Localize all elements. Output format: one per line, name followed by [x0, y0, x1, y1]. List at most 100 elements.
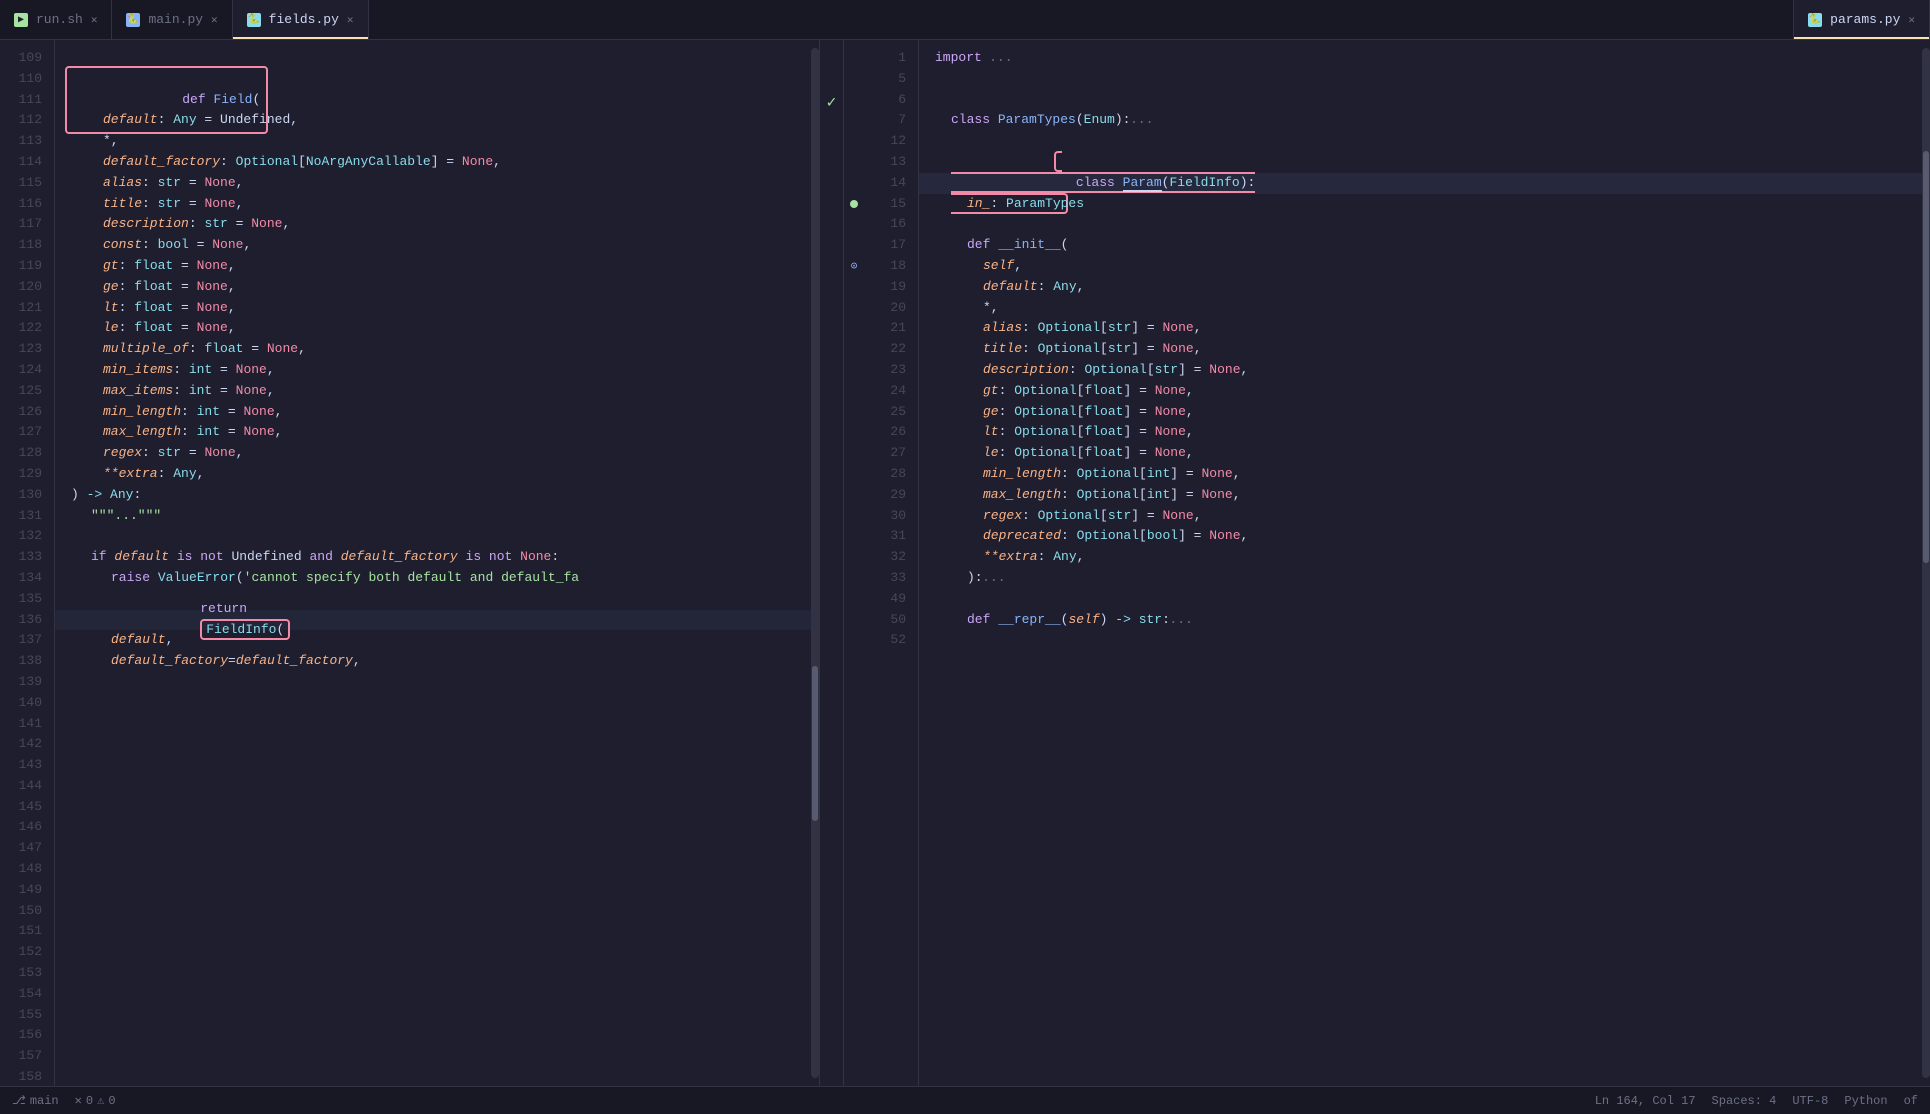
status-bar: ⎇ main ✕ 0 ⚠ 0 Ln 164, Col 17 Spaces: 4 … [0, 1086, 1930, 1114]
r-code-line-19: default: Any, [919, 277, 1922, 298]
code-line-121: lt: float = None, [55, 298, 811, 319]
r-code-line-6 [919, 90, 1922, 111]
code-line-120: ge: float = None, [55, 277, 811, 298]
breakpoint-dot-14 [850, 200, 858, 208]
code-line-165: default, [55, 630, 811, 651]
status-lang-label: Python [1844, 1094, 1887, 1108]
right-gutter: ⊙ [844, 40, 864, 1086]
code-line-111: def Field( [55, 90, 811, 111]
left-code-content[interactable]: def Field( default: Any = Undefined, *, … [55, 40, 811, 1086]
code-line-164: return FieldInfo( [55, 610, 811, 631]
run-sh-icon: ▶ [14, 13, 28, 27]
r-code-line-17: def __init__( [919, 235, 1922, 256]
code-line-122: le: float = None, [55, 318, 811, 339]
r-code-line-52 [919, 630, 1922, 651]
r-code-line-29: max_length: Optional[int] = None, [919, 485, 1922, 506]
code-line-125: max_items: int = None, [55, 381, 811, 402]
right-code-content[interactable]: import ... class ParamTypes(Enum):... [919, 40, 1922, 1086]
status-of: of [1904, 1094, 1918, 1108]
r-code-line-15: in_: ParamTypes [919, 194, 1922, 215]
tab-bar: ▶ run.sh ✕ 🐍 main.py ✕ 🐍 fields.py ✕ 🐍 p… [0, 0, 1930, 40]
tab-main-py-label: main.py [148, 12, 203, 27]
r-code-line-27: le: Optional[float] = None, [919, 443, 1922, 464]
tab-params-py-close[interactable]: ✕ [1908, 13, 1915, 27]
r-code-line-1: import ... [919, 48, 1922, 69]
code-line-117: description: str = None, [55, 214, 811, 235]
tab-fields-py-close[interactable]: ✕ [347, 13, 354, 27]
status-spaces: Spaces: 4 [1712, 1094, 1777, 1108]
tab-run-sh-close[interactable]: ✕ [91, 13, 98, 27]
tab-main-py[interactable]: 🐍 main.py ✕ [112, 0, 232, 39]
tab-run-sh[interactable]: ▶ run.sh ✕ [0, 0, 112, 39]
r-code-line-23: description: Optional[str] = None, [919, 360, 1922, 381]
editors-row: 109 110 111 112 113 114 115 116 117 118 … [0, 40, 1930, 1086]
editor-container: ▶ run.sh ✕ 🐍 main.py ✕ 🐍 fields.py ✕ 🐍 p… [0, 0, 1930, 1114]
right-editor-pane: ⊙ 1 5 6 7 12 13 14 15 16 17 18 19 20 [844, 40, 1930, 1086]
params-py-icon: 🐍 [1808, 13, 1822, 27]
diff-check-icon: ✓ [827, 92, 837, 112]
status-spaces-label: Spaces: 4 [1712, 1094, 1777, 1108]
left-line-numbers: 109 110 111 112 113 114 115 116 117 118 … [0, 40, 55, 1086]
code-line-132 [55, 526, 811, 547]
code-line-126: min_length: int = None, [55, 402, 811, 423]
left-scrollbar-thumb [812, 666, 818, 821]
tab-fields-py-label: fields.py [269, 12, 339, 27]
r-code-line-30: regex: Optional[str] = None, [919, 506, 1922, 527]
r-code-line-50: def __repr__(self) -> str:... [919, 610, 1922, 631]
r-code-line-18: self, [919, 256, 1922, 277]
r-code-line-24: gt: Optional[float] = None, [919, 381, 1922, 402]
r-code-line-22: title: Optional[str] = None, [919, 339, 1922, 360]
tab-params-py-label: params.py [1830, 12, 1900, 27]
tab-run-sh-label: run.sh [36, 12, 83, 27]
r-code-line-49 [919, 589, 1922, 610]
code-line-127: max_length: int = None, [55, 422, 811, 443]
status-line-col: Ln 164, Col 17 [1595, 1094, 1696, 1108]
right-code-area[interactable]: ⊙ 1 5 6 7 12 13 14 15 16 17 18 19 20 [844, 40, 1930, 1086]
r-code-line-28: min_length: Optional[int] = None, [919, 464, 1922, 485]
error-icon: ✕ [75, 1093, 82, 1108]
code-line-112: default: Any = Undefined, [55, 110, 811, 131]
fold-marker-17: ⊙ [844, 256, 864, 277]
right-scrollbar-thumb [1923, 151, 1929, 563]
status-errors: ✕ 0 ⚠ 0 [75, 1093, 116, 1108]
r-code-line-26: lt: Optional[float] = None, [919, 422, 1922, 443]
warning-icon: ⚠ [97, 1093, 104, 1108]
left-editor-pane: 109 110 111 112 113 114 115 116 117 118 … [0, 40, 820, 1086]
status-encoding: UTF-8 [1792, 1094, 1828, 1108]
tab-main-py-close[interactable]: ✕ [211, 13, 218, 27]
code-line-123: multiple_of: float = None, [55, 339, 811, 360]
pane-divider: ✓ [820, 40, 844, 1086]
code-line-114: default_factory: Optional[NoArgAnyCallab… [55, 152, 811, 173]
tab-params-py[interactable]: 🐍 params.py ✕ [1793, 0, 1930, 39]
r-code-line-32: **extra: Any, [919, 547, 1922, 568]
status-warning-count: 0 [108, 1094, 115, 1108]
code-line-119: gt: float = None, [55, 256, 811, 277]
r-code-line-21: alias: Optional[str] = None, [919, 318, 1922, 339]
status-error-count: 0 [86, 1094, 93, 1108]
code-line-130: ) -> Any: [55, 485, 811, 506]
right-scrollbar[interactable] [1922, 48, 1930, 1078]
code-line-133: if default is not Undefined and default_… [55, 547, 811, 568]
r-code-line-7: class ParamTypes(Enum):... [919, 110, 1922, 131]
r-code-line-14: class Param(FieldInfo): [919, 173, 1922, 194]
code-line-131: """...""" [55, 506, 811, 527]
status-branch-label: main [30, 1094, 59, 1108]
left-code-area[interactable]: 109 110 111 112 113 114 115 116 117 118 … [0, 40, 819, 1086]
r-code-line-5 [919, 69, 1922, 90]
status-lang: Python [1844, 1094, 1887, 1108]
main-py-icon: 🐍 [126, 13, 140, 27]
code-line-128: regex: str = None, [55, 443, 811, 464]
git-branch-icon: ⎇ [12, 1093, 26, 1108]
status-branch: ⎇ main [12, 1093, 59, 1108]
fields-py-icon: 🐍 [247, 13, 261, 27]
code-line-118: const: bool = None, [55, 235, 811, 256]
r-code-line-31: deprecated: Optional[bool] = None, [919, 526, 1922, 547]
code-line-129: **extra: Any, [55, 464, 811, 485]
r-code-line-33: ):... [919, 568, 1922, 589]
tab-fields-py[interactable]: 🐍 fields.py ✕ [233, 0, 369, 39]
code-line-124: min_items: int = None, [55, 360, 811, 381]
left-scrollbar[interactable] [811, 48, 819, 1078]
code-line-113: *, [55, 131, 811, 152]
code-line-166: default_factory=default_factory, [55, 651, 811, 672]
right-line-numbers: 1 5 6 7 12 13 14 15 16 17 18 19 20 21 22… [864, 40, 919, 1086]
